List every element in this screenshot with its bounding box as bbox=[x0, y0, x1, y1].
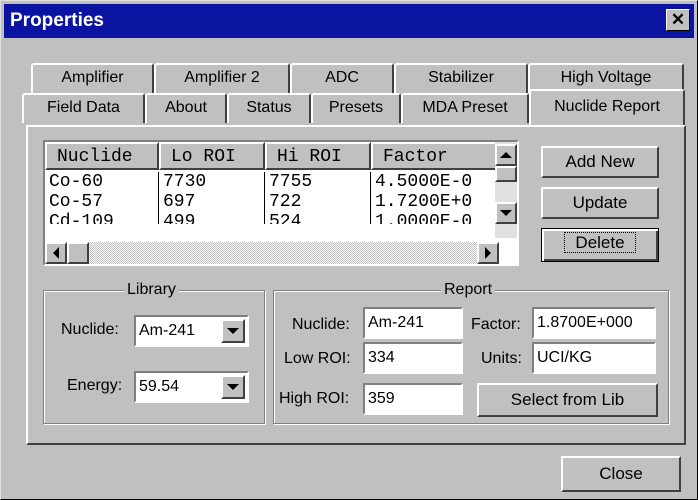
library-nuclide-value: Am-241 bbox=[139, 322, 196, 339]
library-legend: Library bbox=[124, 281, 179, 299]
arrow-right-icon bbox=[485, 247, 491, 259]
table-cell[interactable]: 697 bbox=[159, 192, 265, 212]
table-cell[interactable]: 499 bbox=[159, 212, 265, 224]
column-header-hi-roi[interactable]: Hi ROI bbox=[265, 142, 371, 170]
vertical-scroll-thumb[interactable] bbox=[495, 166, 517, 182]
library-energy-dropdown-button[interactable] bbox=[221, 375, 245, 399]
table-cell[interactable]: Co-57 bbox=[45, 192, 159, 212]
arrow-left-icon bbox=[53, 247, 59, 259]
library-energy-combobox[interactable]: 59.54 bbox=[134, 371, 249, 403]
scroll-down-button[interactable] bbox=[495, 202, 517, 224]
scroll-right-button[interactable] bbox=[477, 242, 499, 264]
tab-amplifier-2[interactable]: Amplifier 2 bbox=[154, 63, 290, 93]
library-energy-label: Energy: bbox=[67, 377, 123, 394]
chevron-down-icon bbox=[227, 328, 239, 334]
report-low-roi-label: Low ROI: bbox=[284, 350, 351, 367]
report-units-label: Units: bbox=[481, 350, 522, 367]
report-legend: Report bbox=[441, 281, 496, 299]
table-cell[interactable]: 524 bbox=[265, 212, 371, 224]
delete-button-label: Delete bbox=[564, 232, 636, 253]
arrow-up-icon bbox=[500, 152, 512, 158]
library-energy-value: 59.54 bbox=[139, 378, 180, 395]
report-factor-field[interactable]: 1.8700E+000 bbox=[532, 307, 656, 339]
table-cell[interactable]: Co-60 bbox=[45, 172, 159, 192]
vertical-scrollbar[interactable] bbox=[495, 142, 517, 238]
column-header-lo-roi[interactable]: Lo ROI bbox=[159, 142, 265, 170]
tab-status[interactable]: Status bbox=[227, 93, 311, 123]
tab-presets[interactable]: Presets bbox=[311, 93, 401, 123]
table-cell[interactable]: 722 bbox=[265, 192, 371, 212]
properties-dialog: Properties ✕ Amplifier Amplifier 2 ADC S… bbox=[0, 0, 698, 500]
column-header-nuclide[interactable]: Nuclide bbox=[45, 142, 159, 170]
report-high-roi-label: High ROI: bbox=[279, 390, 350, 407]
library-nuclide-combobox[interactable]: Am-241 bbox=[134, 315, 249, 347]
chevron-down-icon bbox=[227, 384, 239, 390]
table-cell[interactable]: 7730 bbox=[159, 172, 265, 192]
library-nuclide-label: Nuclide: bbox=[61, 321, 119, 338]
horizontal-scroll-thumb[interactable] bbox=[67, 242, 89, 264]
table-cell[interactable]: 4.5000E-0 bbox=[371, 172, 501, 192]
report-factor-label: Factor: bbox=[471, 316, 521, 333]
table-cell[interactable]: Cd-109 bbox=[45, 212, 159, 224]
horizontal-scrollbar[interactable] bbox=[45, 242, 499, 264]
report-low-roi-field[interactable]: 334 bbox=[363, 342, 463, 374]
scroll-up-button[interactable] bbox=[495, 144, 517, 166]
window-title: Properties bbox=[10, 10, 104, 31]
add-new-button[interactable]: Add New bbox=[541, 146, 659, 178]
report-high-roi-field[interactable]: 359 bbox=[363, 383, 463, 415]
table-cell[interactable]: 1.0000E-0 bbox=[371, 212, 501, 224]
scroll-left-button[interactable] bbox=[45, 242, 67, 264]
table-cell[interactable]: 1.7200E+0 bbox=[371, 192, 501, 212]
library-group: Library bbox=[43, 281, 265, 424]
nuclide-list[interactable]: Nuclide Lo ROI Hi ROI Factor Co-60 7730 … bbox=[43, 140, 519, 266]
close-button[interactable]: Close bbox=[561, 456, 681, 492]
library-nuclide-dropdown-button[interactable] bbox=[221, 319, 245, 343]
tab-mda-preset[interactable]: MDA Preset bbox=[401, 93, 529, 123]
tab-nuclide-report[interactable]: Nuclide Report bbox=[529, 89, 685, 125]
report-units-field[interactable]: UCI/KG bbox=[532, 342, 656, 374]
report-nuclide-field[interactable]: Am-241 bbox=[363, 307, 463, 339]
tab-stabilizer[interactable]: Stabilizer bbox=[394, 63, 528, 93]
delete-button[interactable]: Delete bbox=[541, 228, 659, 262]
tab-amplifier[interactable]: Amplifier bbox=[31, 63, 154, 93]
close-window-button[interactable]: ✕ bbox=[666, 9, 690, 31]
close-button-label: Close bbox=[599, 464, 643, 483]
update-button[interactable]: Update bbox=[541, 187, 659, 219]
table-cell[interactable]: 7755 bbox=[265, 172, 371, 192]
tab-field-data[interactable]: Field Data bbox=[22, 93, 145, 123]
title-bar[interactable]: Properties ✕ bbox=[4, 4, 694, 38]
tab-adc[interactable]: ADC bbox=[290, 63, 394, 93]
report-nuclide-label: Nuclide: bbox=[292, 316, 350, 333]
arrow-down-icon bbox=[500, 210, 512, 216]
tab-about[interactable]: About bbox=[145, 93, 227, 123]
column-header-factor[interactable]: Factor bbox=[371, 142, 501, 170]
select-from-lib-button[interactable]: Select from Lib bbox=[477, 383, 658, 417]
